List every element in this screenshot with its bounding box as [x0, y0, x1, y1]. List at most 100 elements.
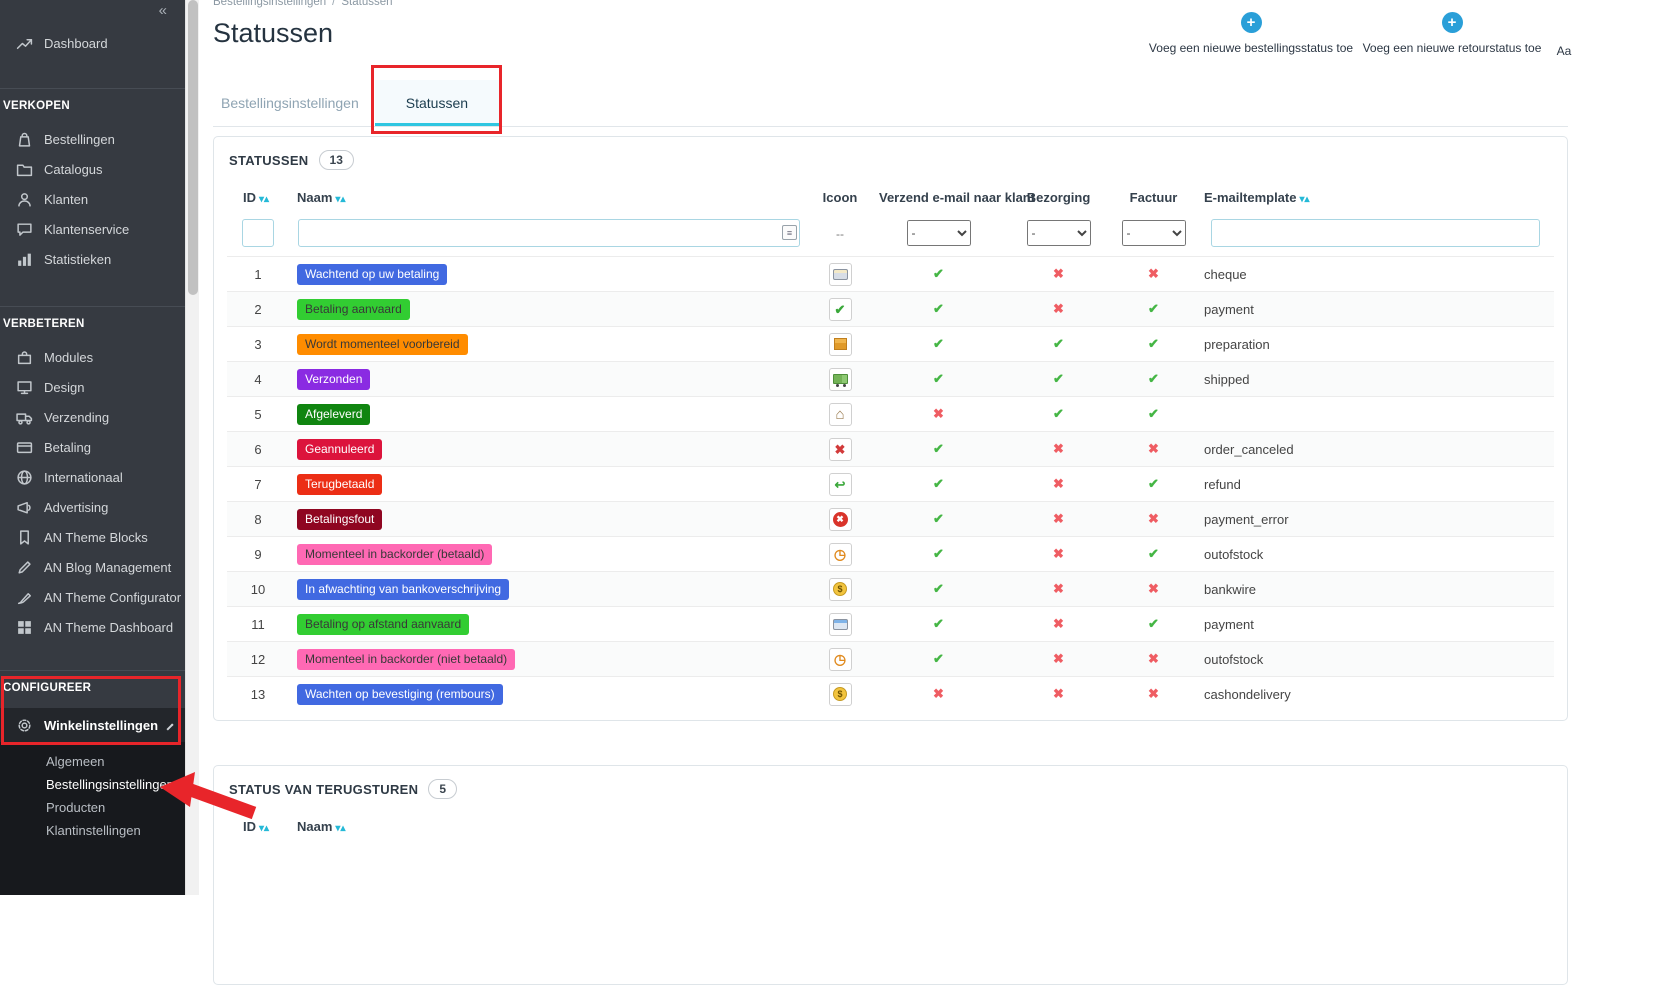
- status-row[interactable]: 2 Betaling aanvaard ✔ ✔ ✖ ✔ payment: [227, 291, 1554, 327]
- sidebar-subitem-klantinstellingen[interactable]: Klantinstellingen: [0, 819, 185, 842]
- add-order-status-button[interactable]: Voeg een nieuwe bestellingsstatus toe: [1139, 12, 1363, 55]
- filter-template-input[interactable]: [1210, 219, 1540, 247]
- status-id: 10: [250, 581, 266, 597]
- status-invoice-mark: ✔: [1148, 616, 1159, 631]
- status-name-badge: Wachten op bevestiging (rembours): [297, 683, 503, 705]
- status-delivery-mark: ✖: [1053, 301, 1064, 316]
- status-row[interactable]: 9 Momenteel in backorder (betaald) ◷ ✔ ✖…: [227, 536, 1554, 572]
- status-template: order_canceled: [1204, 441, 1294, 457]
- action-truncated-label[interactable]: Aa: [1551, 44, 1577, 58]
- add-return-status-button[interactable]: Voeg een nieuwe retourstatus toe: [1349, 12, 1555, 55]
- status-row[interactable]: 11 Betaling op afstand aanvaard ✔ ✖ ✔ pa…: [227, 606, 1554, 642]
- section-title: CONFIGUREER: [0, 670, 185, 698]
- column-header-icoon: Icoon: [822, 190, 858, 205]
- column-header-naam[interactable]: Naam: [289, 181, 809, 214]
- status-delivery-mark: ✖: [1053, 616, 1064, 631]
- status-row[interactable]: 7 Terugbetaald ↩ ✔ ✖ ✔ refund: [227, 466, 1554, 502]
- status-template: cashondelivery: [1204, 686, 1291, 702]
- status-row[interactable]: 6 Geannuleerd ✖ ✔ ✖ ✖ order_canceled: [227, 431, 1554, 467]
- status-invoice-mark: ✖: [1148, 581, 1159, 596]
- card-icon: [828, 262, 852, 286]
- catalog-icon: [16, 161, 33, 178]
- sidebar-item-klanten[interactable]: Klanten: [0, 184, 185, 214]
- filter-delivery-select[interactable]: -: [1026, 220, 1091, 246]
- status-row[interactable]: 8 Betalingsfout ✖ ✔ ✖ ✖ payment_error: [227, 501, 1554, 537]
- status-row[interactable]: 4 Verzonden ✔ ✔ ✔ shipped: [227, 361, 1554, 397]
- status-invoice-mark: ✖: [1148, 441, 1159, 456]
- filter-name-icon: [782, 225, 797, 240]
- status-email-mark: ✔: [933, 266, 944, 281]
- sidebar-item-label: Klantenservice: [44, 221, 130, 237]
- sidebar-item-klantenservice[interactable]: Klantenservice: [0, 214, 185, 244]
- breadcrumb-parent-link[interactable]: Bestellingsinstellingen: [213, 0, 326, 8]
- sidebar-item-label: AN Theme Configurator: [44, 589, 182, 605]
- status-invoice-mark: ✔: [1148, 336, 1159, 351]
- sidebar-item-label: Winkelinstellingen: [44, 717, 159, 733]
- column-header-emailtemplate[interactable]: E-mailtemplate: [1196, 181, 1554, 214]
- scrollbar-thumb[interactable]: [188, 0, 198, 295]
- plus-icon: [1240, 12, 1262, 33]
- statuses-table: ID Naam Icoon Verzend e-mail naar klant …: [227, 181, 1554, 712]
- sidebar-item-an-blog-management[interactable]: AN Blog Management: [0, 552, 185, 582]
- sidebar-section-configureer: CONFIGUREER: [0, 670, 185, 706]
- collapse-sidebar-icon[interactable]: «: [159, 2, 167, 19]
- cross-icon: ✖: [828, 437, 852, 461]
- sidebar-item-an-theme-configurator[interactable]: AN Theme Configurator: [0, 582, 185, 612]
- status-delivery-mark: ✖: [1053, 511, 1064, 526]
- filter-invoice-select[interactable]: -: [1121, 220, 1186, 246]
- status-row[interactable]: 13 Wachten op bevestiging (rembours) $ ✖…: [227, 676, 1554, 712]
- status-name-badge: Betalingsfout: [297, 508, 383, 530]
- sidebar-item-an-theme-blocks[interactable]: AN Theme Blocks: [0, 522, 185, 552]
- tab-bestellingsinstellingen[interactable]: Bestellingsinstellingen: [213, 80, 367, 126]
- status-invoice-mark: ✖: [1148, 651, 1159, 666]
- status-template: bankwire: [1204, 581, 1257, 597]
- statuses-tbody: 1 Wachtend op uw betaling ✔ ✖ ✖ cheque 2…: [227, 256, 1554, 712]
- sort-icons: [259, 190, 269, 205]
- money-icon: $: [828, 577, 852, 601]
- refund-icon: ↩: [828, 472, 852, 496]
- filter-id-input[interactable]: [242, 219, 274, 247]
- status-invoice-mark: ✔: [1148, 546, 1159, 561]
- count-badge: 5: [428, 779, 458, 799]
- error-icon: ✖: [828, 507, 852, 531]
- filter-email-select[interactable]: -: [906, 220, 971, 246]
- sidebar-item-dashboard[interactable]: Dashboard: [0, 28, 185, 58]
- sidebar-item-betaling[interactable]: Betaling: [0, 432, 185, 462]
- column-header-naam[interactable]: Naam: [289, 810, 809, 843]
- sidebar-item-verzending[interactable]: Verzending: [0, 402, 185, 432]
- sidebar-item-design[interactable]: Design: [0, 372, 185, 402]
- sidebar-item-label: Klanten: [44, 191, 89, 207]
- sidebar-subitem-producten[interactable]: Producten: [0, 796, 185, 819]
- column-header-verzend-email: Verzend e-mail naar klant: [879, 190, 1036, 205]
- filter-row: -- - - -: [227, 214, 1554, 257]
- filter-name-input[interactable]: [298, 219, 800, 247]
- sidebar-subitem-algemeen[interactable]: Algemeen: [0, 750, 185, 773]
- status-row[interactable]: 3 Wordt momenteel voorbereid ✔ ✔ ✔ prepa…: [227, 326, 1554, 362]
- sidebar-item-winkelinstellingen[interactable]: Winkelinstellingen: [0, 708, 185, 742]
- column-header-id[interactable]: ID: [227, 181, 289, 214]
- modules-icon: [16, 349, 33, 366]
- column-header-id[interactable]: ID: [227, 810, 289, 843]
- vertical-scrollbar[interactable]: [185, 0, 199, 895]
- status-email-mark: ✔: [933, 476, 944, 491]
- sidebar-item-statistieken[interactable]: Statistieken: [0, 244, 185, 274]
- status-invoice-mark: ✖: [1148, 686, 1159, 702]
- sidebar-subitem-bestellingsinstellingen[interactable]: Bestellingsinstellingen: [0, 773, 185, 796]
- sidebar-item-advertising[interactable]: Advertising: [0, 492, 185, 522]
- status-row[interactable]: 10 In afwachting van bankoverschrijving …: [227, 571, 1554, 607]
- status-email-mark: ✖: [933, 406, 944, 421]
- sidebar-item-modules[interactable]: Modules: [0, 342, 185, 372]
- sidebar-item-internationaal[interactable]: Internationaal: [0, 462, 185, 492]
- status-invoice-mark: ✖: [1148, 511, 1159, 526]
- tab-statussen[interactable]: Statussen: [374, 80, 500, 126]
- sidebar-item-label: Design: [44, 379, 85, 395]
- section-title: VERKOPEN: [0, 88, 185, 116]
- sidebar-item-bestellingen[interactable]: Bestellingen: [0, 124, 185, 154]
- status-row[interactable]: 12 Momenteel in backorder (niet betaald)…: [227, 641, 1554, 677]
- status-row[interactable]: 1 Wachtend op uw betaling ✔ ✖ ✖ cheque: [227, 256, 1554, 292]
- sidebar-item-an-theme-dashboard[interactable]: AN Theme Dashboard: [0, 612, 185, 642]
- status-row[interactable]: 5 Afgeleverd ⌂ ✖ ✔ ✔: [227, 396, 1554, 432]
- sidebar-item-label: AN Theme Blocks: [44, 529, 148, 545]
- status-id: 5: [254, 406, 262, 422]
- sidebar-item-catalogus[interactable]: Catalogus: [0, 154, 185, 184]
